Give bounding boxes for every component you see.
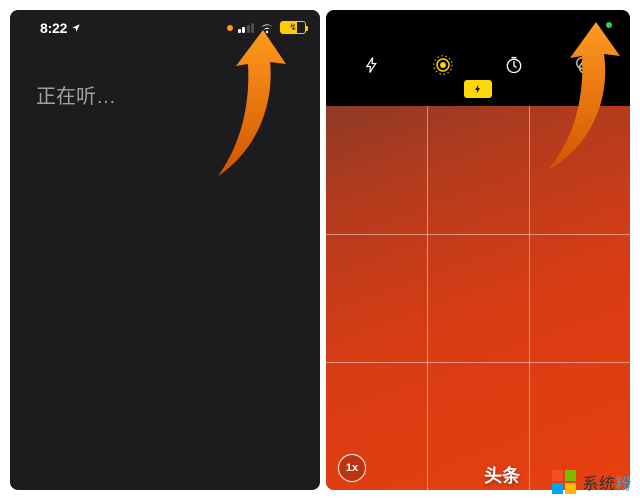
status-bar-right [326, 10, 630, 46]
watermark-cn: 系统 [582, 476, 615, 493]
camera-viewfinder[interactable]: 1x 头条 [326, 106, 630, 490]
status-right-cluster: ↯ [227, 21, 307, 34]
live-photo-button[interactable] [423, 54, 463, 81]
flash-button[interactable] [352, 55, 392, 80]
live-photo-icon [432, 54, 454, 76]
grid-line [326, 362, 630, 363]
status-bar-left: 8:22 ↯ [10, 10, 320, 46]
zoom-button[interactable]: 1x [338, 454, 366, 482]
microsoft-logo-icon [552, 470, 576, 494]
timer-icon [504, 55, 524, 75]
grid-line [326, 234, 630, 235]
filters-icon [574, 55, 596, 75]
status-right-cluster-r [606, 22, 612, 28]
status-time: 8:22 [40, 20, 81, 36]
listening-label: 正在听… [36, 80, 116, 109]
bolt-icon [473, 83, 483, 95]
timer-button[interactable] [494, 55, 534, 80]
phone-left: 8:22 ↯ 正在听… [10, 10, 320, 490]
wifi-icon [259, 22, 275, 34]
flash-icon [363, 55, 381, 75]
comparison-stage: 8:22 ↯ 正在听… [0, 0, 640, 502]
mic-indicator-dot [227, 25, 233, 31]
filters-button[interactable] [565, 55, 605, 80]
battery-icon: ↯ [280, 21, 306, 34]
camera-indicator-dot [606, 22, 612, 28]
grid-line [427, 106, 428, 490]
grid-line [529, 106, 530, 490]
location-icon [71, 23, 81, 33]
watermark-text: 系统粉 [582, 470, 632, 494]
flash-on-badge [464, 80, 492, 98]
watermark-accent: 粉 [615, 476, 632, 493]
cellular-icon [238, 23, 255, 33]
time-text: 8:22 [40, 20, 67, 36]
zoom-label: 1x [346, 462, 358, 474]
watermark: 系统粉 [552, 470, 632, 494]
phone-right: 1x 头条 [326, 10, 630, 490]
viewfinder-caption: 头条 [484, 462, 520, 488]
